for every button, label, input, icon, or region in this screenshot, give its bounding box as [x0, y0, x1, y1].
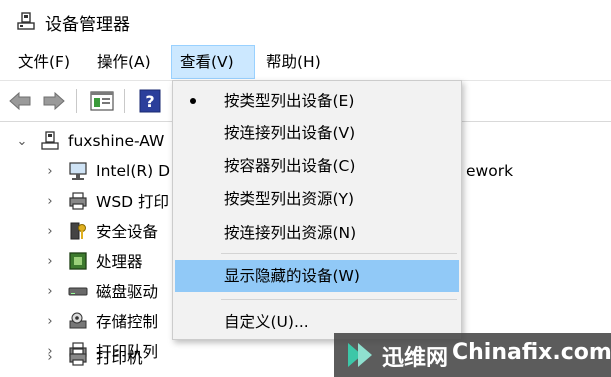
tree-row-partial-text: ework	[466, 162, 514, 180]
help-icon: ?	[139, 89, 161, 113]
tree-item[interactable]: › WSD 打印	[42, 186, 169, 216]
chevron-right-icon[interactable]: ›	[42, 193, 58, 209]
tree-item[interactable]: › 安全设备	[42, 216, 158, 246]
chevron-right-icon[interactable]: ›	[42, 349, 58, 365]
radio-bullet-icon	[190, 98, 196, 104]
menu-bar: 文件(F) 操作(A) 查看(V) 帮助(H)	[0, 45, 611, 79]
tree-item[interactable]: › Intel(R) D	[42, 156, 170, 186]
disk-drive-icon	[68, 287, 88, 296]
view-menu-item-show-hidden-devices[interactable]: 显示隐藏的设备(W)	[175, 260, 459, 292]
back-button[interactable]	[6, 87, 34, 115]
tree-item-label: 磁盘驱动	[96, 283, 159, 301]
device-manager-icon	[17, 12, 35, 30]
storage-controller-icon	[69, 312, 87, 329]
tree-item[interactable]: › 存储控制	[42, 306, 158, 336]
chevron-right-icon[interactable]: ›	[42, 253, 58, 269]
menu-item-label: 显示隐藏的设备(W)	[224, 267, 360, 285]
security-key-icon	[70, 222, 86, 240]
tree-item-label: 存储控制	[96, 313, 159, 331]
forward-button[interactable]	[40, 87, 68, 115]
menu-file[interactable]: 文件(F)	[10, 45, 78, 79]
title-bar: 设备管理器	[0, 0, 611, 44]
tree-item[interactable]: › 磁盘驱动	[42, 276, 158, 306]
menu-item-label: 按连接列出设备(V)	[224, 124, 356, 142]
printer-icon	[69, 348, 87, 366]
tree-item[interactable]: › 打印机	[42, 342, 143, 372]
view-menu-item-devices-by-type[interactable]: 按类型列出设备(E)	[175, 85, 459, 117]
chevron-right-icon[interactable]: ›	[42, 163, 58, 179]
menu-help[interactable]: 帮助(H)	[258, 45, 329, 79]
network-adapter-icon	[69, 162, 87, 180]
menu-action[interactable]: 操作(A)	[89, 45, 159, 79]
processor-icon	[69, 252, 87, 270]
properties-button[interactable]	[88, 87, 116, 115]
tree-item-label: 安全设备	[96, 223, 159, 241]
watermark: 迅维网 Chinafix.com	[334, 333, 611, 377]
printer-icon	[69, 192, 87, 210]
view-menu-item-resources-by-type[interactable]: 按类型列出资源(Y)	[175, 183, 459, 215]
chevron-right-icon[interactable]: ›	[42, 223, 58, 239]
back-arrow-icon	[9, 91, 31, 111]
menu-item-label: 按类型列出设备(E)	[224, 92, 355, 110]
svg-text:?: ?	[145, 92, 154, 111]
tree-item[interactable]: › 处理器	[42, 246, 143, 276]
help-button[interactable]: ?	[136, 87, 164, 115]
properties-icon	[90, 91, 114, 111]
view-menu-item-resources-by-connection[interactable]: 按连接列出资源(N)	[175, 217, 459, 249]
tree-item-label: Intel(R) D	[96, 162, 171, 180]
chevron-right-icon[interactable]: ›	[42, 283, 58, 299]
menu-item-label: 自定义(U)...	[224, 313, 309, 331]
watermark-cn-text: 迅维网	[382, 346, 449, 371]
menu-separator	[221, 299, 457, 300]
watermark-en-text: Chinafix.com	[452, 340, 611, 365]
chevron-down-icon[interactable]: ⌄	[14, 133, 30, 149]
tree-item-label: 处理器	[96, 253, 143, 271]
tree-item-label: WSD 打印	[96, 193, 170, 211]
tree-root-label: fuxshine-AW	[68, 132, 165, 150]
view-menu-item-devices-by-container[interactable]: 按容器列出设备(C)	[175, 150, 459, 182]
view-menu-dropdown: 按类型列出设备(E) 按连接列出设备(V) 按容器列出设备(C) 按类型列出资源…	[172, 80, 462, 340]
menu-view[interactable]: 查看(V)	[171, 45, 255, 79]
menu-separator	[221, 253, 457, 254]
menu-item-label: 按连接列出资源(N)	[224, 224, 357, 242]
toolbar-divider	[124, 89, 125, 113]
menu-item-label: 按类型列出资源(Y)	[224, 190, 355, 208]
menu-item-label: 按容器列出设备(C)	[224, 157, 356, 175]
toolbar-divider	[76, 89, 77, 113]
computer-icon	[41, 131, 59, 150]
tree-root[interactable]: ⌄ fuxshine-AW	[14, 126, 164, 156]
chinafix-logo-icon	[348, 343, 372, 367]
forward-arrow-icon	[43, 91, 65, 111]
tree-item-label: 打印机	[96, 349, 143, 367]
chevron-right-icon[interactable]: ›	[42, 313, 58, 329]
view-menu-item-devices-by-connection[interactable]: 按连接列出设备(V)	[175, 117, 459, 149]
window-title: 设备管理器	[45, 15, 130, 35]
